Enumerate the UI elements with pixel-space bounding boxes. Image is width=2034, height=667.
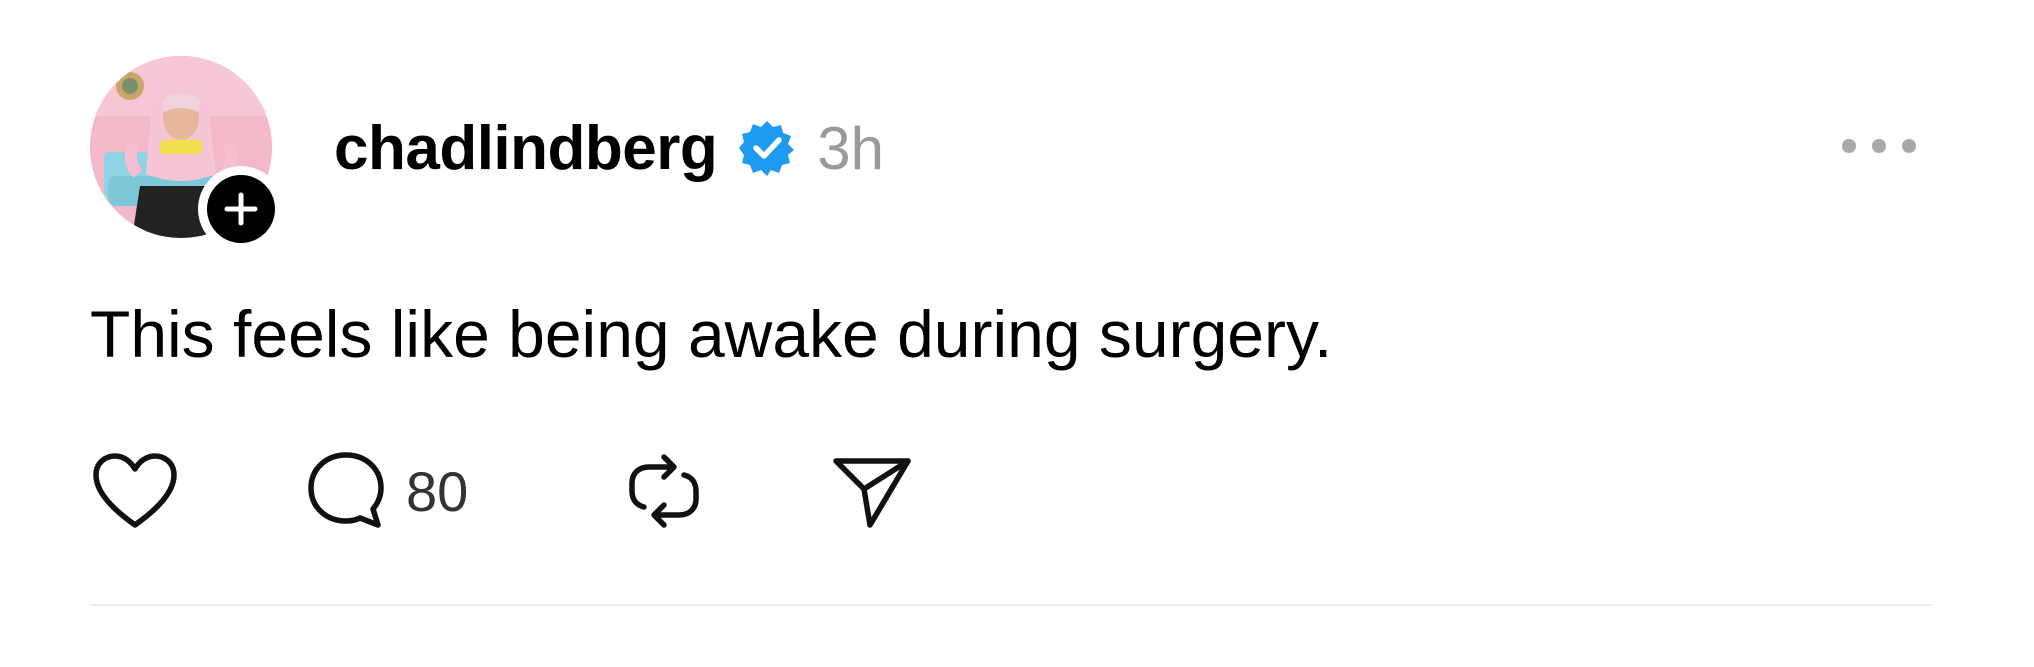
plus-icon [224, 192, 258, 226]
reply-button[interactable]: 80 [304, 446, 468, 536]
follow-button[interactable] [198, 166, 284, 252]
more-icon [1842, 139, 1856, 153]
comment-icon [308, 452, 384, 528]
post-divider [90, 604, 1932, 606]
username[interactable]: chadlindberg [334, 113, 718, 184]
more-icon-dot [1902, 139, 1916, 153]
post-header: chadlindberg 3h [334, 108, 884, 188]
reply-count: 80 [406, 459, 469, 523]
heart-icon [93, 453, 177, 528]
post-timestamp: 3h [817, 114, 885, 182]
thread-post: chadlindberg 3h This feels like being aw… [0, 0, 2034, 667]
follow-badge-circle [207, 175, 275, 243]
more-options-button[interactable] [1842, 126, 1916, 166]
repost-icon [629, 454, 699, 528]
more-icon-dot [1872, 139, 1886, 153]
post-text: This feels like being awake during surge… [90, 297, 1333, 371]
share-button[interactable] [830, 446, 914, 536]
repost-button[interactable] [622, 446, 706, 536]
author-avatar-container [90, 56, 284, 252]
send-icon [833, 458, 911, 528]
verified-badge-icon [739, 121, 795, 176]
like-button[interactable] [90, 446, 180, 536]
